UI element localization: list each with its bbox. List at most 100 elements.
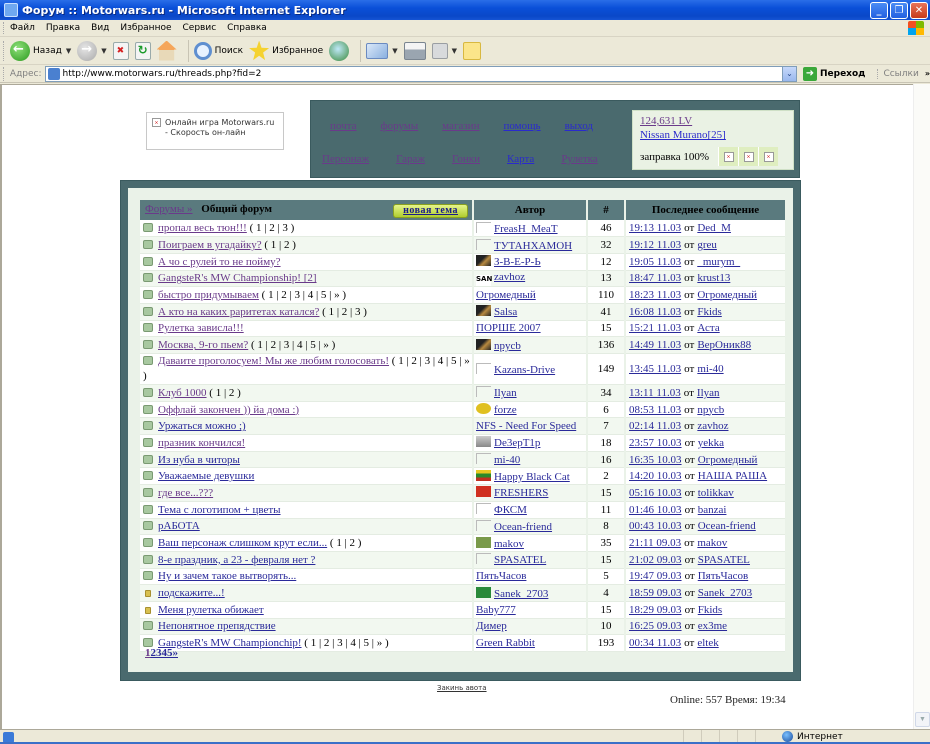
author-link[interactable]: npycb bbox=[494, 340, 521, 352]
last-post-link[interactable]: 21:11 09.03 bbox=[629, 537, 681, 549]
last-user-link[interactable]: eltek bbox=[697, 637, 718, 649]
last-post-link[interactable]: 18:59 09.03 bbox=[629, 587, 682, 599]
last-post-link[interactable]: 19:12 11.03 bbox=[629, 239, 681, 251]
last-post-link[interactable]: 19:47 09.03 bbox=[629, 570, 682, 582]
topic-pages[interactable]: ( 1 | 2 | 3 | 4 | 5 | » ) bbox=[251, 339, 335, 351]
vertical-scrollbar[interactable]: ▼ bbox=[913, 84, 930, 729]
last-user-link[interactable]: SPASATEL bbox=[698, 554, 750, 566]
links-more-button[interactable]: » bbox=[925, 69, 930, 78]
last-post-link[interactable]: 18:23 11.03 bbox=[629, 289, 681, 301]
topic-link[interactable]: Уржаться можно ;) bbox=[158, 420, 246, 432]
nav-link-row1-0[interactable]: почта bbox=[330, 120, 356, 132]
history-button[interactable] bbox=[329, 40, 350, 61]
author-link[interactable]: mi-40 bbox=[494, 454, 520, 466]
topic-link[interactable]: А кто на каких раритетах катался? bbox=[158, 306, 319, 318]
game-banner[interactable]: × Онлайн игра Motorwars.ru - Скорость он… bbox=[146, 112, 284, 150]
last-post-link[interactable]: 18:29 09.03 bbox=[629, 604, 682, 616]
last-user-link[interactable]: Аста bbox=[697, 322, 719, 334]
topic-link[interactable]: 8-е праздник, а 23 - февраля нет ? bbox=[158, 554, 315, 566]
last-post-link[interactable]: 01:46 10.03 bbox=[629, 504, 682, 516]
mail-button[interactable]: ▼ bbox=[366, 42, 398, 59]
last-post-link[interactable]: 00:34 11.03 bbox=[629, 637, 681, 649]
last-user-link[interactable]: krust13 bbox=[697, 272, 730, 284]
topic-link[interactable]: Ну и зачем такое вытворять... bbox=[158, 570, 296, 582]
last-post-link[interactable]: 16:08 11.03 bbox=[629, 306, 681, 318]
topic-link[interactable]: Поиграем в угадайку? bbox=[158, 239, 262, 251]
topic-pages[interactable]: ( 1 | 2 ) bbox=[264, 239, 296, 251]
topic-pages[interactable]: ( 1 | 2 ) bbox=[330, 537, 362, 549]
last-user-link[interactable]: yekka bbox=[698, 437, 724, 449]
last-post-link[interactable]: 19:05 11.03 bbox=[629, 256, 681, 268]
topic-link[interactable]: Меня рулетка обижает bbox=[158, 604, 264, 616]
favorites-button[interactable]: Избранное bbox=[249, 40, 323, 61]
last-post-link[interactable]: 13:11 11.03 bbox=[629, 387, 681, 399]
status-button-2[interactable]: × bbox=[738, 147, 759, 166]
last-user-link[interactable]: Ded_M bbox=[697, 222, 731, 234]
menu-help[interactable]: Справка bbox=[227, 23, 267, 33]
topic-link[interactable]: рАБОТА bbox=[158, 520, 200, 532]
last-post-link[interactable]: 13:45 11.03 bbox=[629, 363, 681, 375]
last-post-link[interactable]: 05:16 10.03 bbox=[629, 487, 682, 499]
last-post-link[interactable]: 14:20 10.03 bbox=[629, 470, 682, 482]
last-post-link[interactable]: 19:13 11.03 bbox=[629, 222, 681, 234]
page-link[interactable]: » bbox=[173, 647, 179, 659]
menu-view[interactable]: Вид bbox=[91, 23, 109, 33]
topic-pages[interactable]: ( 1 | 2 | 3 | 4 | 5 | » ) bbox=[262, 289, 346, 301]
mail-dropdown[interactable]: ▼ bbox=[392, 47, 397, 55]
topic-link[interactable]: быстро придумываем bbox=[158, 289, 259, 301]
last-post-link[interactable]: 02:14 11.03 bbox=[629, 420, 681, 432]
last-user-link[interactable]: Fkids bbox=[697, 306, 721, 318]
topic-link[interactable]: Оффлай закончен )) йа дома :) bbox=[158, 404, 299, 416]
maximize-button[interactable]: ❐ bbox=[890, 1, 908, 19]
edit-button[interactable]: ▼ bbox=[431, 42, 457, 59]
edit-dropdown[interactable]: ▼ bbox=[452, 47, 457, 55]
nav-link-row1-2[interactable]: магазин bbox=[442, 120, 479, 132]
author-link[interactable]: ПятьЧасов bbox=[476, 570, 526, 582]
topic-link[interactable]: Тема с логотипом + цветы bbox=[158, 504, 281, 516]
money-link[interactable]: 124,631 LV bbox=[640, 114, 786, 128]
topic-link[interactable]: Клуб 1000 bbox=[158, 387, 207, 399]
last-user-link[interactable]: tolikkav bbox=[698, 487, 734, 499]
last-post-link[interactable]: 21:02 09.03 bbox=[629, 554, 682, 566]
topic-pages[interactable]: ( 1 | 2 | 3 ) bbox=[250, 222, 295, 234]
nav-link-row2-2[interactable]: Гонки bbox=[452, 153, 480, 165]
address-url[interactable]: http://www.motorwars.ru/threads.php?fid=… bbox=[63, 69, 262, 79]
print-button[interactable] bbox=[403, 41, 426, 60]
author-link[interactable]: ТУТАНХАМОН bbox=[494, 240, 572, 252]
topic-link[interactable]: подскажите...! bbox=[158, 587, 225, 599]
last-user-link[interactable]: makov bbox=[697, 537, 727, 549]
menu-file[interactable]: Файл bbox=[10, 23, 35, 33]
breadcrumb-forums[interactable]: Форумы » bbox=[145, 203, 193, 215]
minimize-button[interactable]: _ bbox=[870, 1, 888, 19]
author-link[interactable]: Ilyan bbox=[494, 387, 517, 399]
last-user-link[interactable]: Огромедный bbox=[698, 454, 758, 466]
nav-link-row1-4[interactable]: выход bbox=[565, 120, 593, 132]
topic-link[interactable]: Рулетка зависла!!! bbox=[158, 322, 244, 334]
topic-link[interactable]: Уважаемые девушки bbox=[158, 470, 254, 482]
bookmark-link[interactable]: Закинь авота bbox=[437, 684, 487, 692]
new-topic-button[interactable]: новая тема bbox=[393, 203, 468, 218]
last-post-link[interactable]: 08:53 11.03 bbox=[629, 404, 681, 416]
topic-link[interactable]: Москва, 9-го пьем? bbox=[158, 339, 248, 351]
author-link[interactable]: З-В-Е-Р-Ь bbox=[494, 256, 541, 268]
last-post-link[interactable]: 23:57 10.03 bbox=[629, 437, 682, 449]
author-link[interactable]: SPASATEL bbox=[494, 554, 546, 566]
topic-link[interactable]: Непонятное препядствие bbox=[158, 620, 276, 632]
last-user-link[interactable]: Ilyan bbox=[697, 387, 720, 399]
author-link[interactable]: Ocean-friend bbox=[494, 521, 552, 533]
status-button-1[interactable]: × bbox=[718, 147, 739, 166]
author-link[interactable]: Happy Black Cat bbox=[494, 471, 570, 483]
author-link[interactable]: makov bbox=[494, 538, 524, 550]
last-user-link[interactable]: npycb bbox=[697, 404, 724, 416]
close-button[interactable]: ✕ bbox=[910, 1, 928, 19]
last-user-link[interactable]: ex3me bbox=[698, 620, 727, 632]
back-button[interactable]: Назад ▼ bbox=[10, 40, 71, 61]
status-button-3[interactable]: × bbox=[758, 147, 779, 166]
last-post-link[interactable]: 14:49 11.03 bbox=[629, 339, 681, 351]
topic-link[interactable]: Из нуба в читоры bbox=[158, 454, 240, 466]
nav-link-row2-0[interactable]: Персонаж bbox=[322, 153, 369, 165]
last-user-link[interactable]: Sanek_2703 bbox=[698, 587, 752, 599]
last-user-link[interactable]: zavhoz bbox=[697, 420, 728, 432]
menu-tools[interactable]: Сервис bbox=[183, 23, 217, 33]
last-user-link[interactable]: mi-40 bbox=[697, 363, 723, 375]
